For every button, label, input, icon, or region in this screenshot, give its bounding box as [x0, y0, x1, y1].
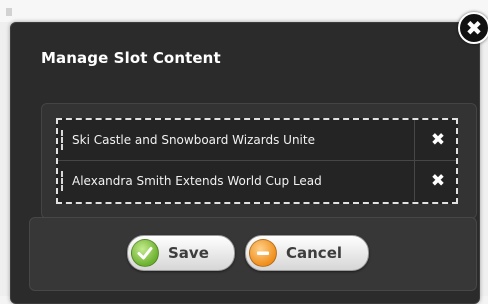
background-mark: [6, 8, 12, 16]
save-button[interactable]: Save: [127, 235, 235, 271]
manage-slot-dialog: Manage Slot Content Ski Castle and Snowb…: [10, 22, 480, 304]
cancel-button-label: Cancel: [286, 244, 343, 262]
drag-handle[interactable]: [61, 130, 66, 150]
background-strip: [0, 0, 488, 22]
drag-handle[interactable]: [61, 171, 66, 191]
slot-item[interactable]: Ski Castle and Snowboard Wizards Unite ✖: [58, 120, 456, 161]
slot-item[interactable]: Alexandra Smith Extends World Cup Lead ✖: [58, 161, 456, 202]
remove-icon[interactable]: ✖: [426, 120, 450, 160]
remove-icon[interactable]: ✖: [426, 161, 450, 201]
button-bar: Save Cancel: [29, 217, 477, 291]
dialog-title: Manage Slot Content: [41, 49, 221, 67]
checkmark-icon: [131, 239, 159, 267]
slot-item-label: Ski Castle and Snowboard Wizards Unite: [72, 133, 315, 147]
cancel-button[interactable]: Cancel: [245, 235, 369, 271]
row-divider: [414, 161, 415, 201]
row-divider: [414, 120, 415, 160]
save-button-label: Save: [168, 244, 209, 262]
slot-item-label: Alexandra Smith Extends World Cup Lead: [72, 174, 322, 188]
close-icon[interactable]: ✖: [458, 12, 488, 44]
slot-list: Ski Castle and Snowboard Wizards Unite ✖…: [56, 118, 458, 204]
slot-content-panel: Ski Castle and Snowboard Wizards Unite ✖…: [41, 103, 477, 219]
minus-icon: [249, 239, 277, 267]
